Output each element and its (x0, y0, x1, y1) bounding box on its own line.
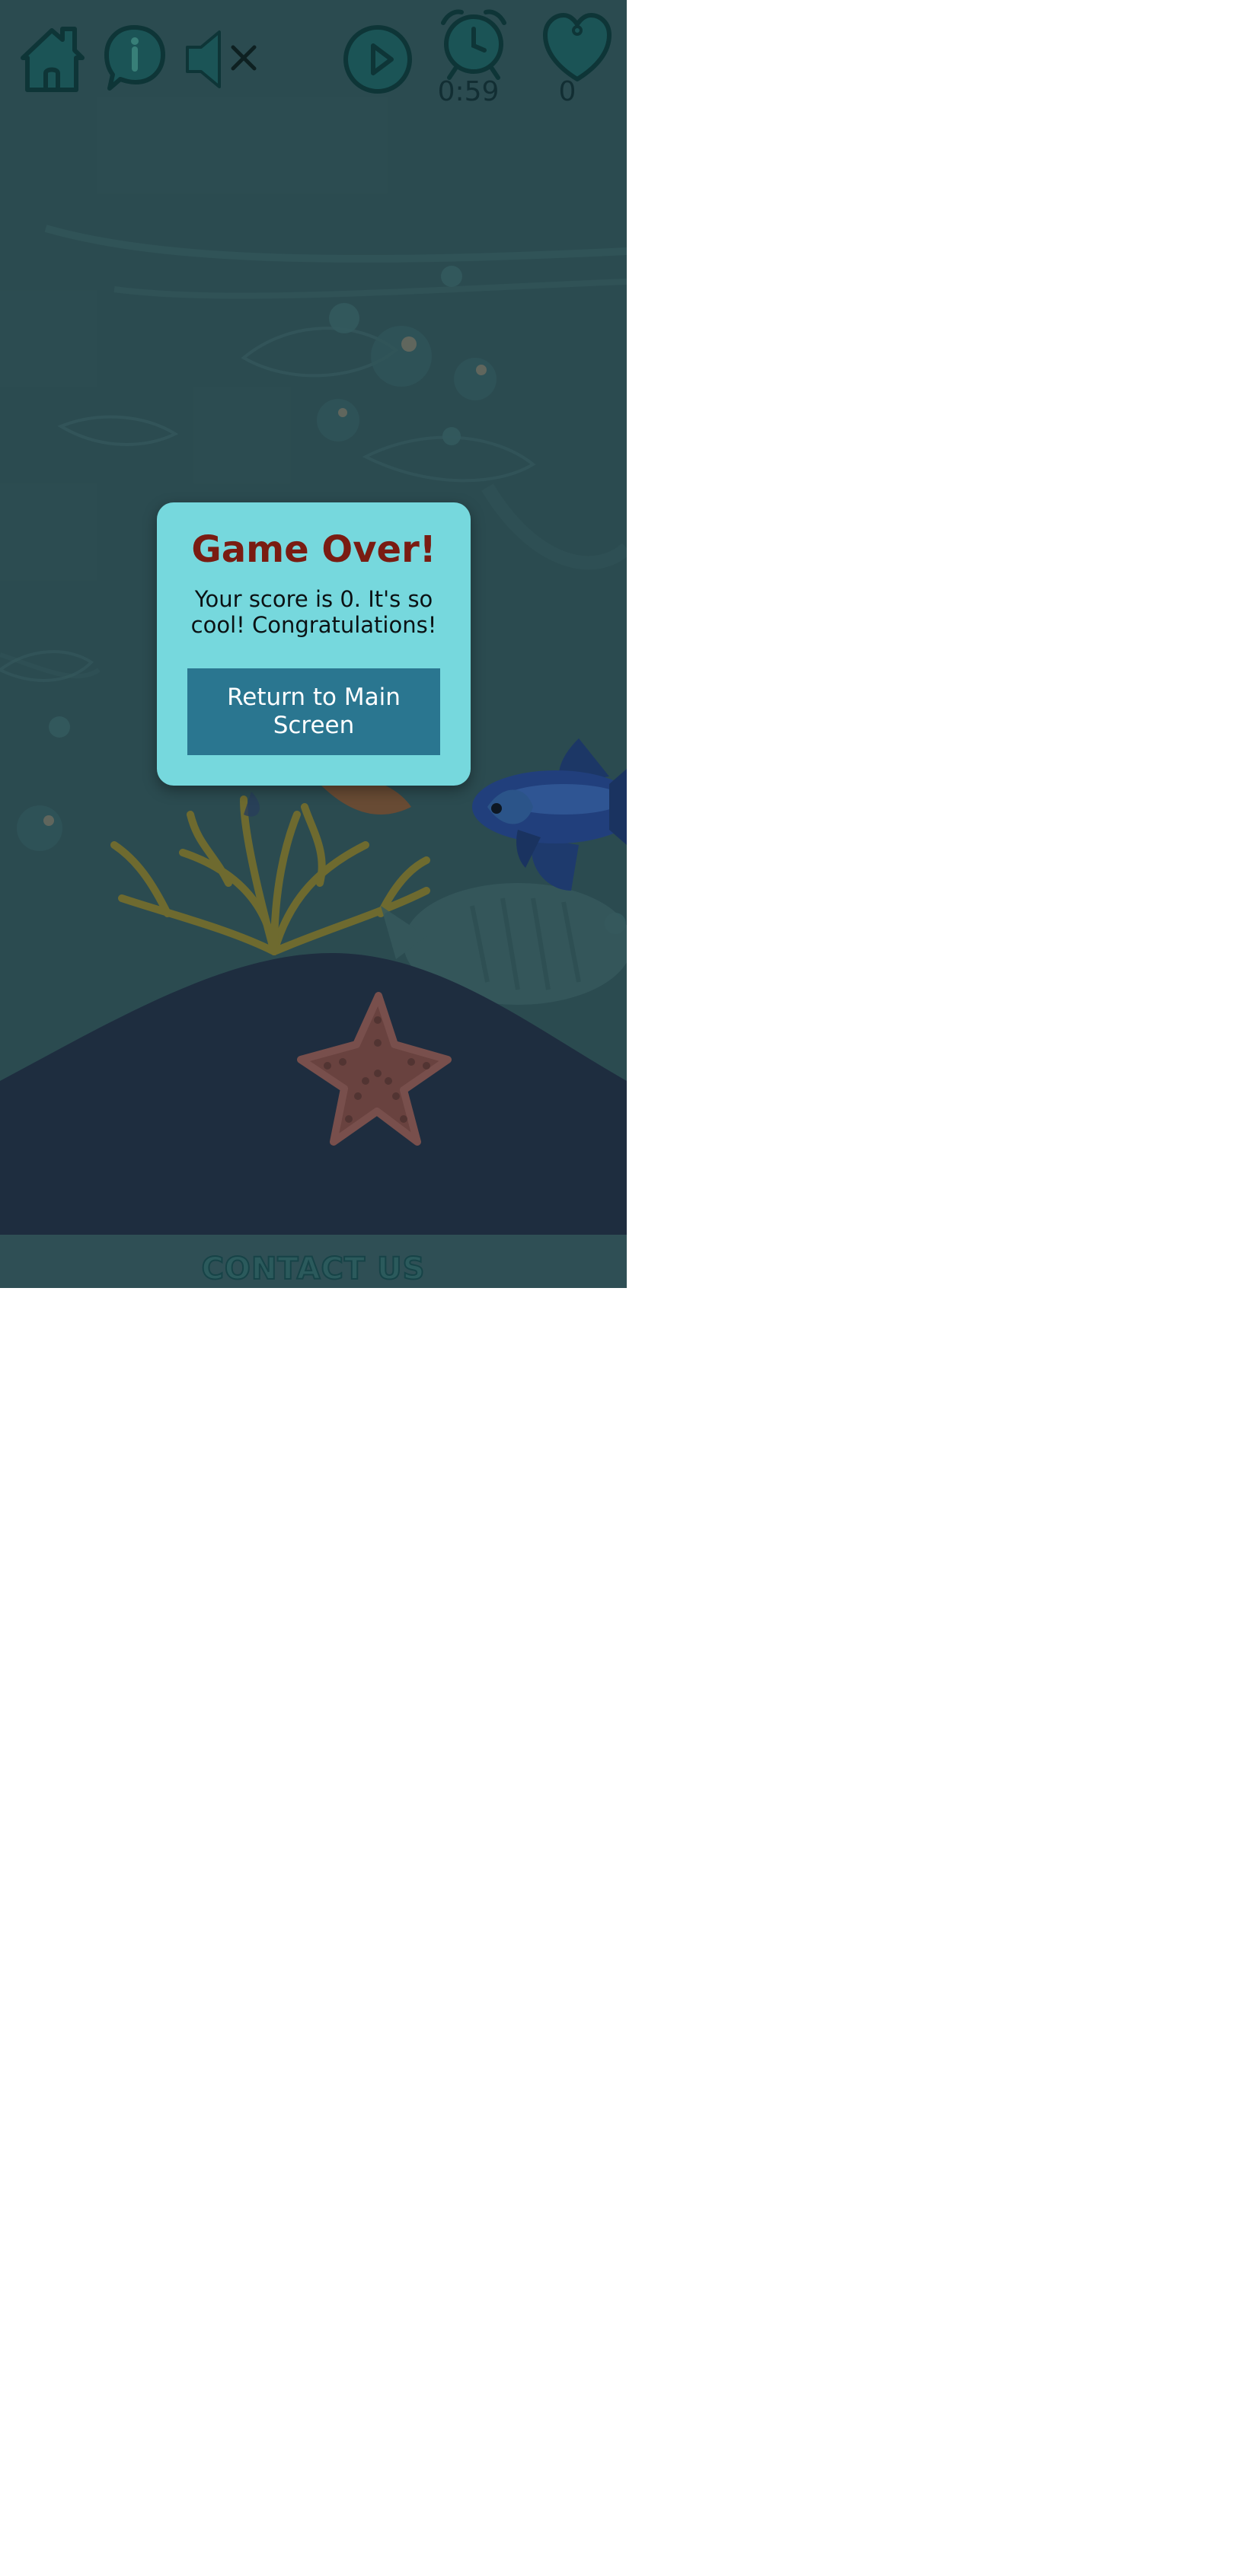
game-over-dialog: Game Over! Your score is 0. It's so cool… (157, 502, 471, 786)
bubble (401, 336, 417, 352)
bubble (454, 358, 497, 400)
dialog-title: Game Over! (191, 528, 436, 571)
timer-value: 0:59 (437, 76, 500, 107)
water-streak (481, 483, 627, 570)
bubble (17, 805, 62, 851)
heart-icon (543, 13, 612, 81)
water-streak (113, 279, 627, 299)
home-icon[interactable] (21, 27, 85, 92)
bubble (476, 365, 487, 375)
coral (110, 795, 430, 955)
blue-fish (472, 738, 627, 891)
play-icon[interactable] (343, 25, 412, 94)
bubble (329, 303, 359, 333)
return-to-main-button[interactable]: Return to Main Screen (187, 668, 440, 755)
water-streak (44, 225, 627, 263)
footer: CONTACT US (0, 1235, 627, 1288)
info-icon[interactable] (104, 25, 165, 91)
bubble (441, 266, 462, 287)
bubble (442, 427, 461, 445)
bubble (371, 326, 432, 387)
bubble (49, 716, 70, 738)
bubble (317, 399, 359, 442)
sound-muted-icon[interactable] (186, 30, 257, 88)
dialog-message: Your score is 0. It's so cool! Congratul… (190, 586, 437, 638)
game-frame: 0:59 0 Game Over! Your score is 0. It's … (0, 0, 627, 1288)
score-value: 0 (558, 76, 576, 107)
contact-us-link[interactable]: CONTACT US (201, 1251, 426, 1287)
bubble (338, 408, 347, 417)
bubble (43, 815, 54, 826)
background-fish (57, 415, 179, 446)
alarm-clock-icon (441, 9, 506, 80)
